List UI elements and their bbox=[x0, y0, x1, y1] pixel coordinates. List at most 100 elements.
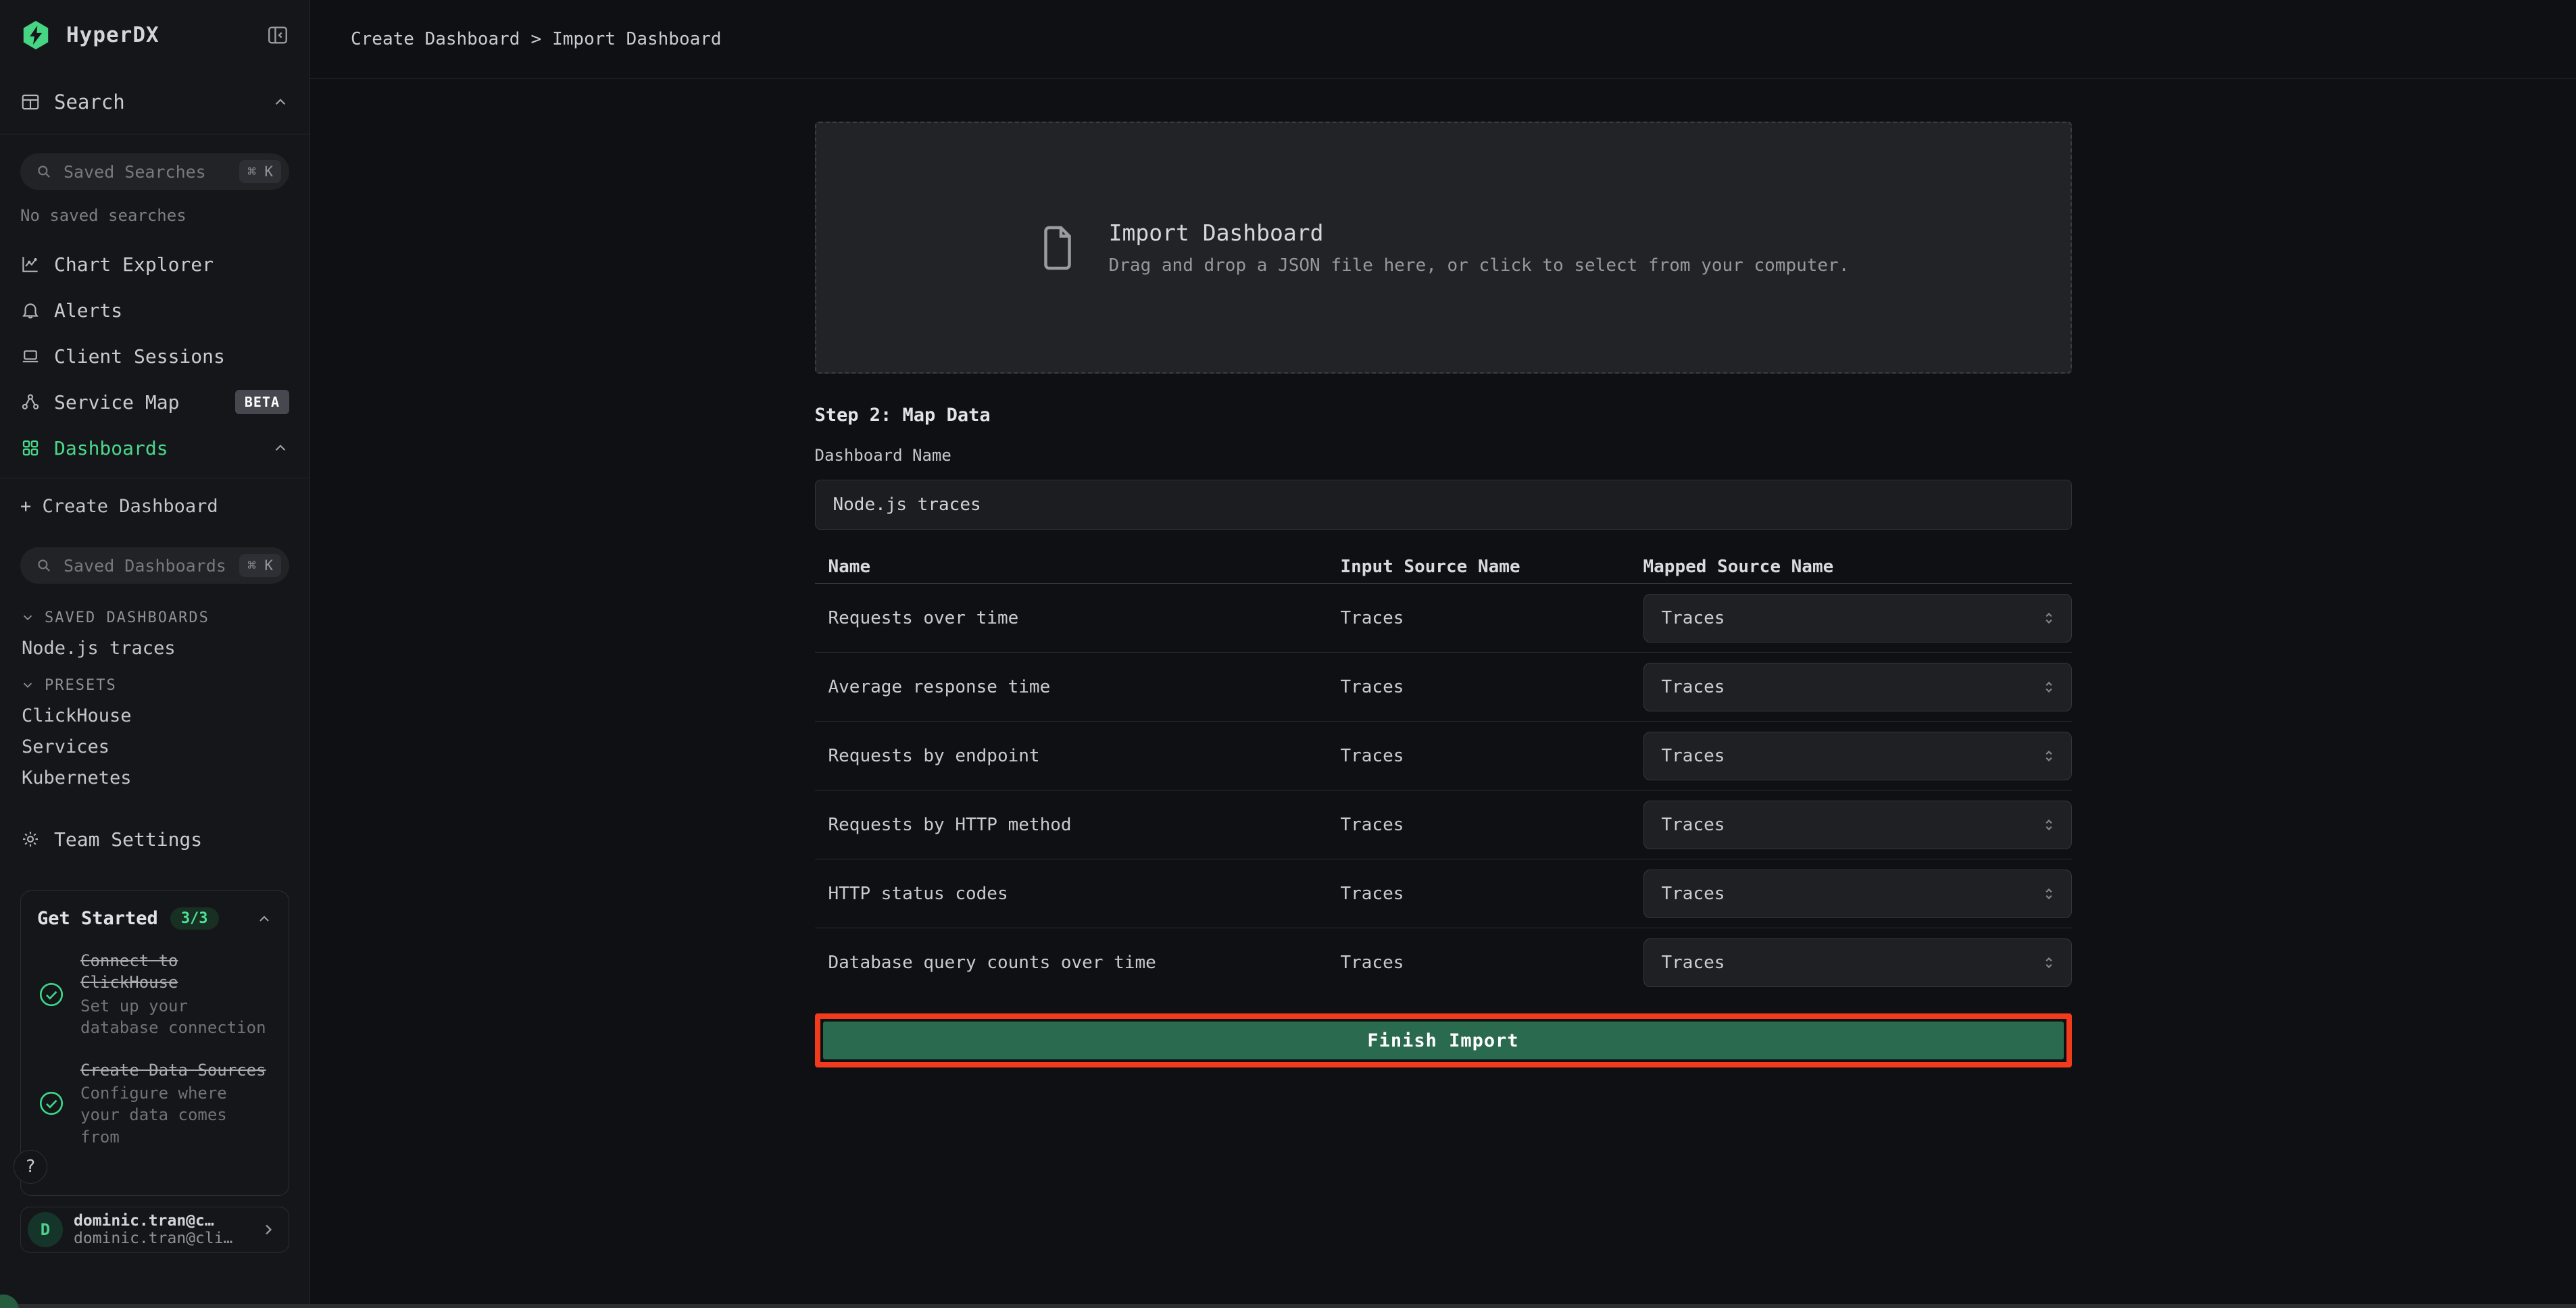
dropzone-subtitle: Drag and drop a JSON file here, or click… bbox=[1109, 255, 1850, 276]
sidebar-item-preset-kubernetes[interactable]: Kubernetes bbox=[0, 762, 309, 793]
select-chevrons-icon bbox=[2040, 954, 2058, 972]
finish-import-button[interactable]: Finish Import bbox=[823, 1022, 2064, 1059]
mapped-source-select[interactable]: Traces bbox=[1643, 870, 2072, 918]
sidebar: HyperDX Search bbox=[0, 0, 310, 1308]
chevron-up-icon bbox=[272, 439, 289, 457]
table-row: Average response time Traces Traces bbox=[815, 653, 2072, 722]
sidebar-item-service-map[interactable]: Service Map BETA bbox=[0, 379, 309, 425]
chevron-down-icon bbox=[20, 610, 35, 625]
breadcrumb-separator: > bbox=[530, 29, 541, 49]
presets-section-toggle[interactable]: PRESETS bbox=[20, 670, 289, 700]
chevron-down-icon bbox=[20, 678, 35, 693]
mapped-source-select[interactable]: Traces bbox=[1643, 938, 2072, 987]
saved-searches-searchbox[interactable]: ⌘ K bbox=[20, 153, 289, 190]
sidebar-item-nodejs-traces[interactable]: Node.js traces bbox=[0, 632, 309, 663]
column-header-name: Name bbox=[815, 557, 1341, 577]
selected-source: Traces bbox=[1662, 677, 2040, 697]
get-started-item-title: Connect to ClickHouse bbox=[80, 950, 272, 994]
laptop-icon bbox=[20, 346, 41, 366]
selected-source: Traces bbox=[1662, 815, 2040, 835]
main-area: Create Dashboard > Import Dashboard Impo… bbox=[310, 0, 2576, 1308]
chart-name: Average response time bbox=[815, 677, 1341, 697]
dashboard-name-label: Dashboard Name bbox=[815, 446, 2072, 465]
saved-dashboards-searchbox[interactable]: ⌘ K bbox=[20, 547, 289, 584]
sidebar-item-dashboards[interactable]: Dashboards bbox=[0, 425, 309, 471]
input-source-name: Traces bbox=[1341, 608, 1643, 628]
team-settings-label: Team Settings bbox=[54, 828, 202, 851]
check-circle-icon bbox=[37, 950, 80, 1039]
selected-source: Traces bbox=[1662, 884, 2040, 904]
breadcrumb-import-dashboard[interactable]: Import Dashboard bbox=[552, 29, 721, 49]
sidebar-item-client-sessions[interactable]: Client Sessions bbox=[0, 333, 309, 379]
chart-name: HTTP status codes bbox=[815, 884, 1341, 904]
get-started-progress-badge: 3/3 bbox=[170, 907, 219, 930]
avatar: D bbox=[28, 1212, 63, 1247]
get-started-item-sources[interactable]: Create Data Sources Configure where your… bbox=[37, 1059, 272, 1149]
help-button[interactable]: ? bbox=[14, 1150, 47, 1184]
step-title: Step 2: Map Data bbox=[815, 405, 2072, 426]
breadcrumb-create-dashboard[interactable]: Create Dashboard bbox=[351, 29, 520, 49]
create-dashboard-button[interactable]: + Create Dashboard bbox=[0, 484, 309, 528]
nav-label: Service Map bbox=[54, 391, 179, 413]
table-row: Requests by endpoint Traces Traces bbox=[815, 722, 2072, 790]
help-icon: ? bbox=[25, 1157, 36, 1177]
search-icon bbox=[35, 557, 53, 574]
annotation-highlight-box: Finish Import bbox=[815, 1013, 2072, 1067]
preset-name: ClickHouse bbox=[22, 705, 132, 726]
user-menu[interactable]: D dominic.tran@c… dominic.tran@cli… bbox=[20, 1207, 289, 1253]
selected-source: Traces bbox=[1662, 608, 2040, 628]
select-chevrons-icon bbox=[2040, 609, 2058, 627]
service-map-icon bbox=[20, 392, 41, 412]
get-started-item-connect[interactable]: Connect to ClickHouse Set up your databa… bbox=[37, 950, 272, 1039]
import-dashboard-panel: Import Dashboard Drag and drop a JSON fi… bbox=[815, 79, 2072, 1067]
saved-dashboards-input[interactable] bbox=[64, 556, 239, 576]
saved-dashboards-section-toggle[interactable]: SAVED DASHBOARDS bbox=[20, 603, 289, 632]
sidebar-nav: Chart Explorer Alerts Cl bbox=[0, 241, 309, 471]
get-started-header[interactable]: Get Started 3/3 bbox=[37, 907, 272, 930]
dashboard-name-input[interactable] bbox=[815, 480, 2072, 530]
sidebar-item-preset-clickhouse[interactable]: ClickHouse bbox=[0, 700, 309, 731]
select-chevrons-icon bbox=[2040, 678, 2058, 696]
collapse-sidebar-icon[interactable] bbox=[266, 24, 289, 47]
sidebar-item-search[interactable]: Search bbox=[0, 70, 309, 134]
chevron-right-icon bbox=[259, 1220, 278, 1239]
chevron-up-icon bbox=[256, 911, 272, 927]
input-source-name: Traces bbox=[1341, 815, 1643, 835]
nav-label: Client Sessions bbox=[54, 345, 225, 368]
mapped-source-select[interactable]: Traces bbox=[1643, 594, 2072, 643]
select-chevrons-icon bbox=[2040, 816, 2058, 834]
input-source-name: Traces bbox=[1341, 884, 1643, 904]
hyperdx-logo-icon bbox=[20, 20, 51, 51]
preset-name: Services bbox=[22, 736, 109, 757]
create-dashboard-label: + Create Dashboard bbox=[20, 496, 218, 517]
saved-searches-input[interactable] bbox=[64, 162, 239, 182]
mapped-source-select[interactable]: Traces bbox=[1643, 663, 2072, 711]
chart-explorer-icon bbox=[20, 254, 41, 274]
chevron-up-icon bbox=[272, 93, 289, 111]
topbar: Create Dashboard > Import Dashboard bbox=[310, 0, 2576, 79]
nav-label: Dashboards bbox=[54, 437, 168, 459]
mapped-source-select[interactable]: Traces bbox=[1643, 732, 2072, 780]
import-dropzone[interactable]: Import Dashboard Drag and drop a JSON fi… bbox=[815, 122, 2072, 374]
saved-dashboards-header: SAVED DASHBOARDS bbox=[45, 609, 209, 626]
sidebar-item-chart-explorer[interactable]: Chart Explorer bbox=[0, 241, 309, 287]
table-row: HTTP status codes Traces Traces bbox=[815, 859, 2072, 928]
file-icon bbox=[1037, 224, 1078, 272]
sidebar-item-alerts[interactable]: Alerts bbox=[0, 287, 309, 333]
table-row: Requests by HTTP method Traces Traces bbox=[815, 790, 2072, 859]
beta-badge: BETA bbox=[235, 390, 289, 414]
dashboards-grid-icon bbox=[20, 438, 41, 458]
horizontal-scrollbar[interactable] bbox=[0, 1304, 2576, 1308]
user-email: dominic.tran@cli… bbox=[74, 1230, 259, 1247]
app-title: HyperDX bbox=[66, 23, 159, 47]
bell-icon bbox=[20, 300, 41, 320]
sidebar-item-preset-services[interactable]: Services bbox=[0, 731, 309, 762]
select-chevrons-icon bbox=[2040, 747, 2058, 765]
no-saved-searches-text: No saved searches bbox=[20, 206, 289, 225]
selected-source: Traces bbox=[1662, 746, 2040, 766]
sidebar-item-team-settings[interactable]: Team Settings bbox=[0, 818, 309, 861]
mapped-source-select[interactable]: Traces bbox=[1643, 801, 2072, 849]
input-source-name: Traces bbox=[1341, 953, 1643, 973]
shortcut-badge: ⌘ K bbox=[239, 160, 281, 183]
gear-icon bbox=[20, 829, 41, 849]
